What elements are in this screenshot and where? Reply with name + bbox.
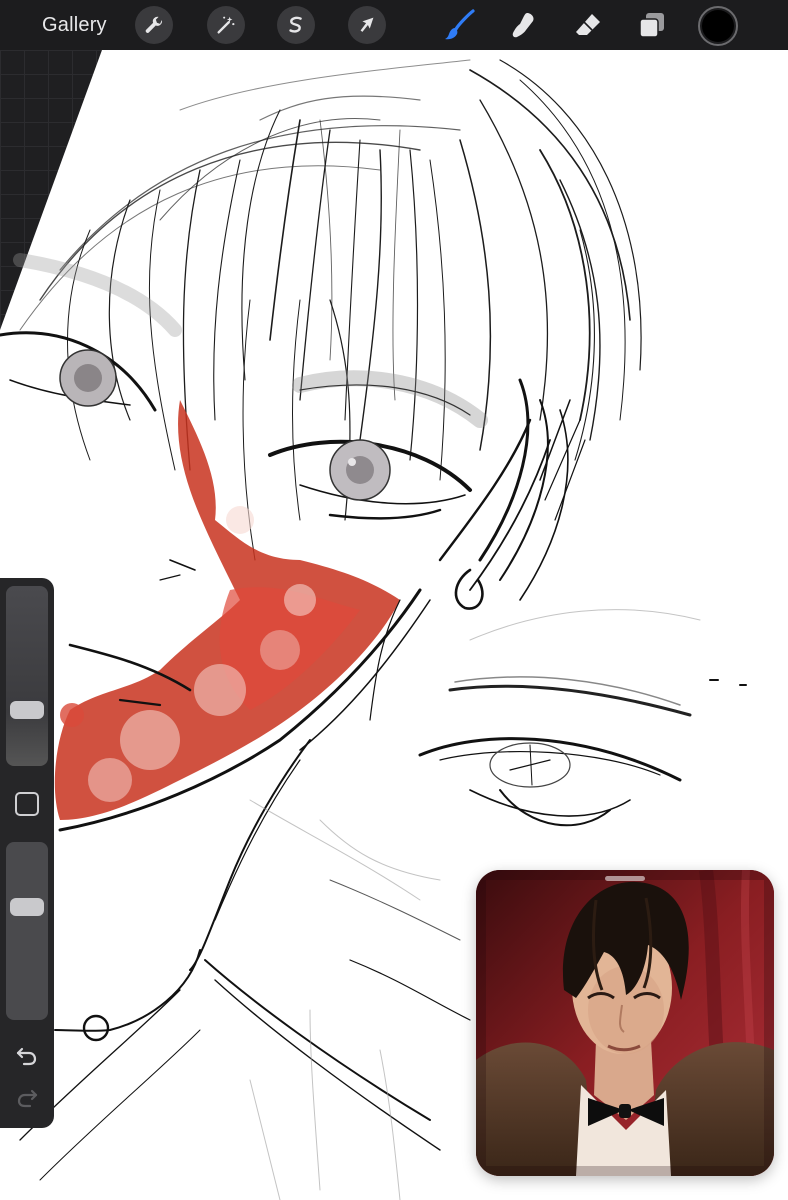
brush-opacity-thumb[interactable]: [10, 898, 44, 916]
redo-button[interactable]: [13, 1086, 41, 1110]
brush-opacity-slider[interactable]: [6, 842, 48, 1020]
wrench-icon: [145, 16, 162, 33]
brush-icon: [445, 9, 475, 40]
adjustments-button[interactable]: [207, 6, 245, 44]
reference-photo: [476, 870, 774, 1176]
eraser-button[interactable]: [568, 6, 608, 44]
current-color-swatch: [702, 10, 734, 42]
magic-wand-icon: [217, 16, 235, 34]
transform-button[interactable]: [348, 6, 386, 44]
arrow-cursor-icon: [360, 17, 374, 32]
reference-window[interactable]: [476, 870, 774, 1176]
actions-button[interactable]: [135, 6, 173, 44]
top-toolbar: Gallery: [0, 0, 788, 50]
color-picker-button[interactable]: [698, 6, 738, 46]
selection-s-icon: [289, 16, 302, 33]
gallery-button[interactable]: Gallery: [42, 11, 107, 39]
undo-arrow-icon: [16, 1047, 37, 1066]
procreate-app: Gallery: [0, 0, 788, 1200]
smudge-finger-icon: [512, 13, 534, 38]
reference-drag-handle[interactable]: [605, 876, 645, 881]
left-sidebar: [0, 578, 54, 1128]
brush-button[interactable]: [440, 6, 480, 44]
layers-button[interactable]: [632, 6, 672, 44]
redo-arrow-icon: [17, 1089, 38, 1108]
layers-icon: [639, 13, 664, 38]
undo-button[interactable]: [13, 1044, 41, 1068]
smudge-button[interactable]: [504, 6, 544, 44]
selection-button[interactable]: [277, 6, 315, 44]
brush-size-slider[interactable]: [6, 586, 48, 766]
eraser-icon: [576, 14, 600, 35]
modify-button[interactable]: [15, 792, 39, 816]
brush-size-thumb[interactable]: [10, 701, 44, 719]
